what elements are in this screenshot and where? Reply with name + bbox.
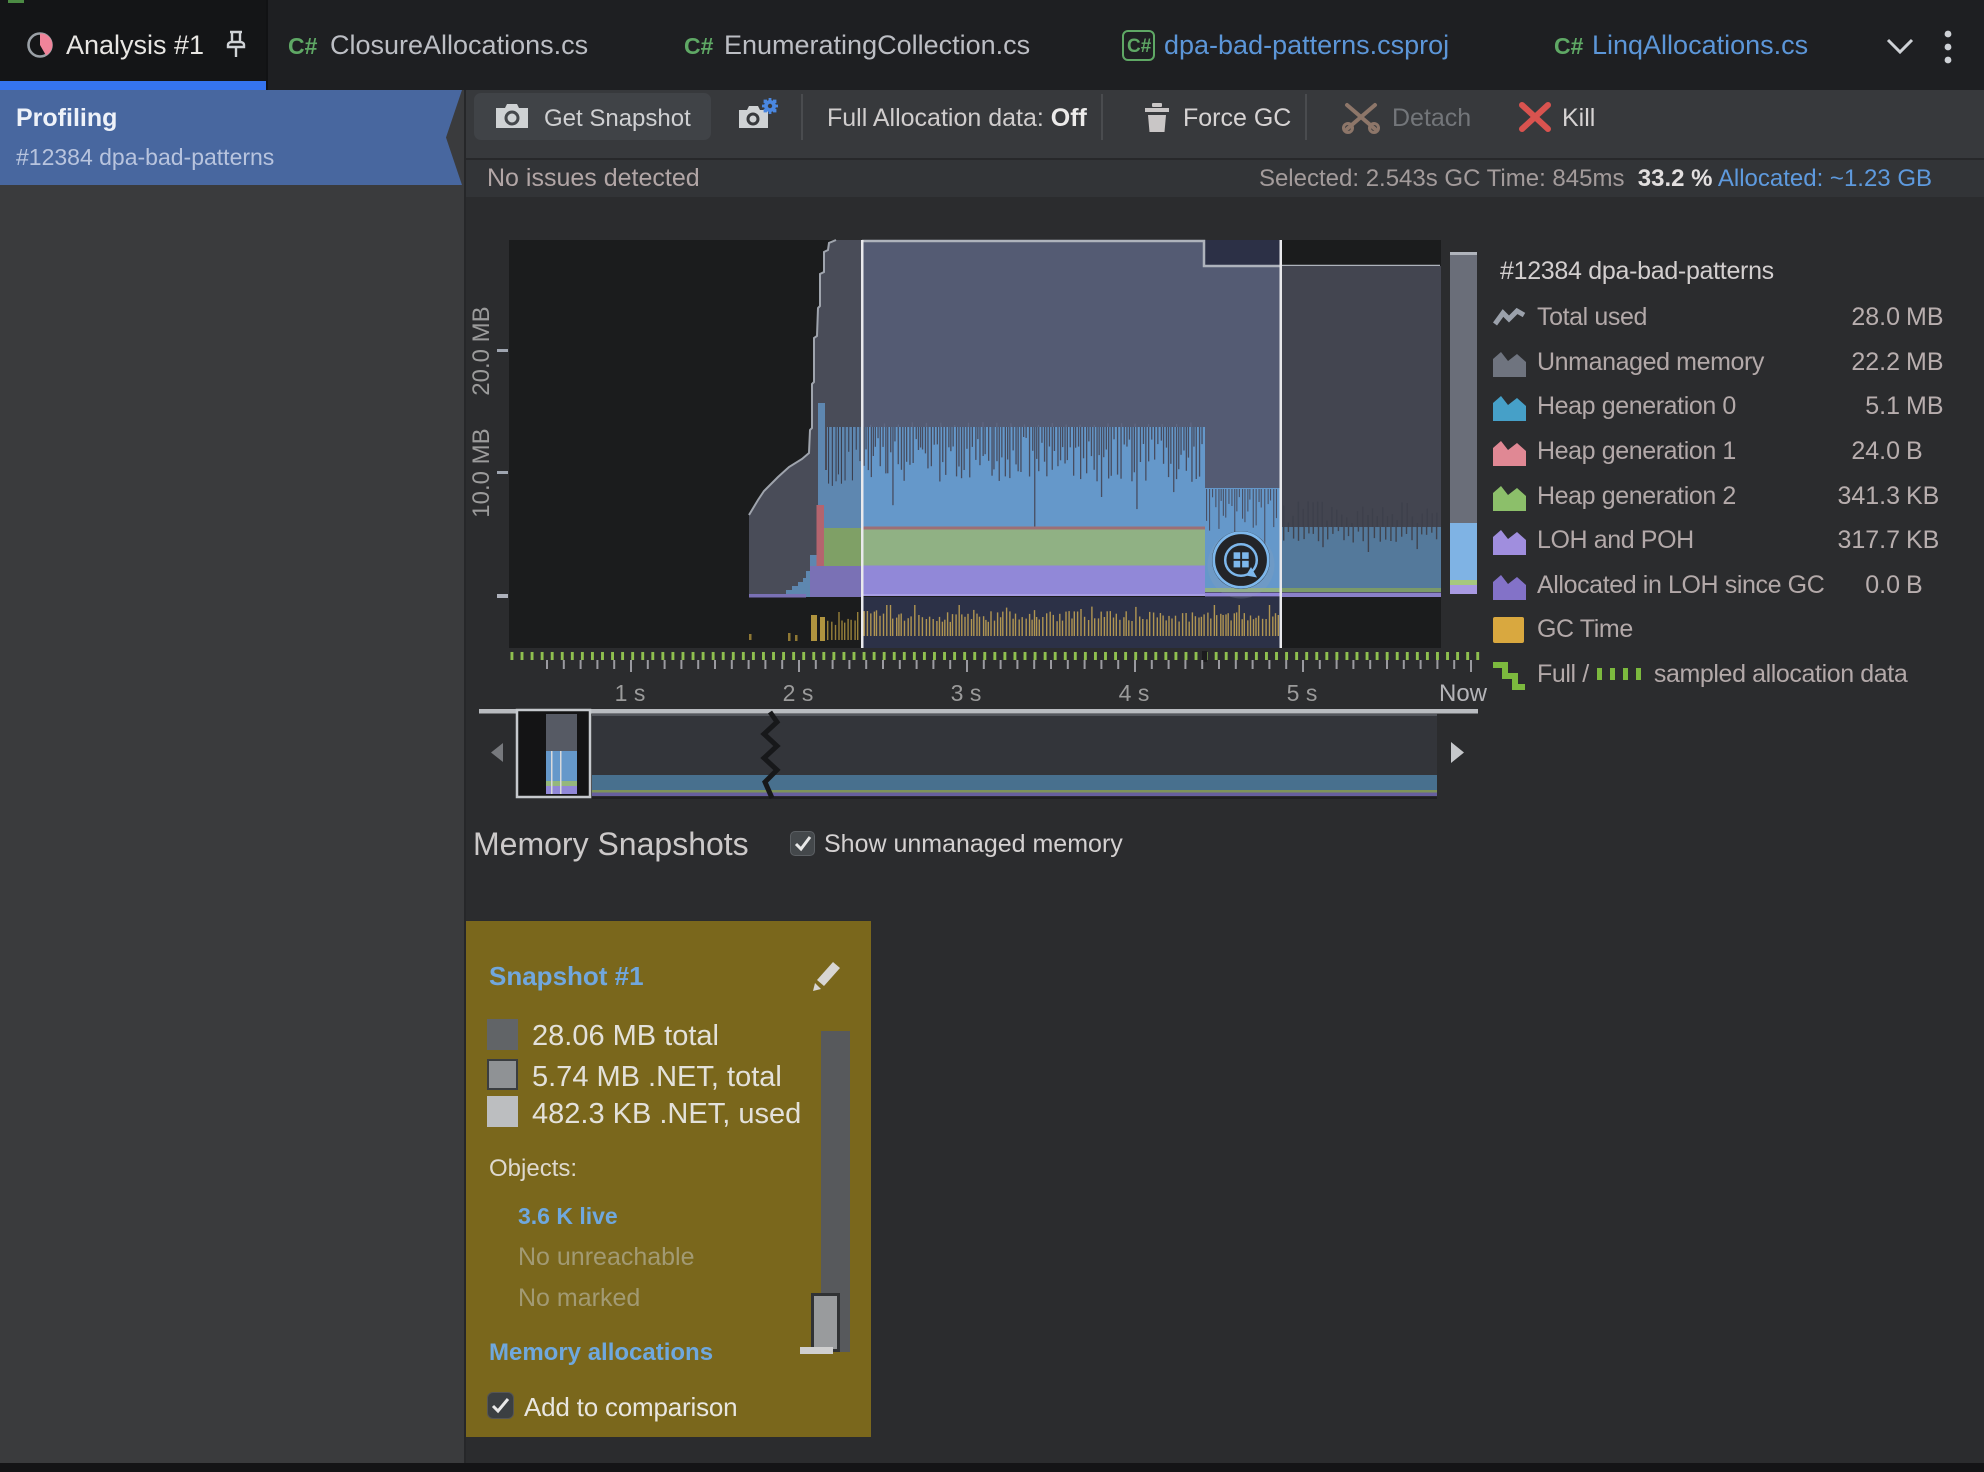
- svg-text:10.0 MB: 10.0 MB: [468, 428, 495, 517]
- svg-text:5 s: 5 s: [1287, 680, 1318, 706]
- svg-text:4 s: 4 s: [1119, 680, 1150, 706]
- svg-text:Now: Now: [1439, 680, 1488, 707]
- svg-text:3 s: 3 s: [951, 680, 982, 706]
- svg-text:2 s: 2 s: [783, 680, 814, 706]
- svg-text:20.0 MB: 20.0 MB: [468, 306, 495, 395]
- svg-text:1 s: 1 s: [615, 680, 646, 706]
